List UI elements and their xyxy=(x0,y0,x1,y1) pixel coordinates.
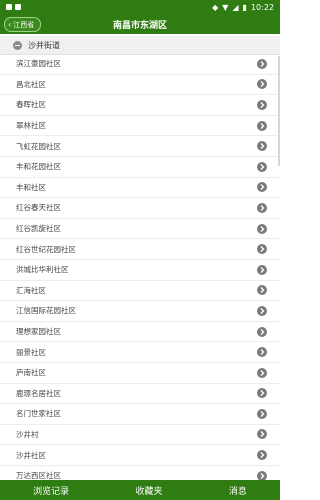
list-item[interactable]: 沙井村 xyxy=(0,425,280,446)
list-item-label: 飞虹花园社区 xyxy=(16,141,61,151)
list-item[interactable]: 沙井社区 xyxy=(0,445,280,466)
list-item-label: 沙井村 xyxy=(16,429,39,439)
list-item[interactable]: 红谷春天社区 xyxy=(0,198,280,219)
community-list: 滨江豪园社区 昌北社区春晖社区翠林社区飞虹花园社区 丰和花园社区 丰和社区红谷春天社区… xyxy=(0,54,280,480)
list-item[interactable]: 江信国际花园社区 xyxy=(0,301,280,322)
chevron-right-icon xyxy=(257,347,267,358)
app-bar: ‹ 江西省 南昌市东湖区 xyxy=(0,14,280,34)
status-indicators: ◆ ▼ ◢ ▮ 10:22 xyxy=(212,3,274,12)
list-item-label: 名门世家社区 xyxy=(16,409,61,419)
chevron-right-icon xyxy=(257,223,267,234)
chevron-right-icon xyxy=(257,429,267,440)
list-item[interactable]: 鹿璟名居社区 xyxy=(0,384,280,405)
chevron-right-icon xyxy=(257,305,267,316)
list-item-label: 鹿璟名居社区 xyxy=(16,388,61,398)
list-item[interactable]: 庐南社区 xyxy=(0,363,280,384)
chevron-right-icon xyxy=(257,99,267,110)
list-item[interactable]: 春晖社区 xyxy=(0,95,280,116)
chevron-right-icon xyxy=(257,161,267,172)
status-time: 10:22 xyxy=(250,2,274,12)
chevron-right-icon xyxy=(257,182,267,193)
scrollbar[interactable] xyxy=(278,56,280,166)
chevron-right-icon xyxy=(257,285,267,296)
list-item-label: 万达西区社区 xyxy=(16,471,61,480)
list-item[interactable]: 飞虹花园社区 xyxy=(0,136,280,157)
list-item-label: 庐南社区 xyxy=(16,368,46,378)
list-item-label: 理想家园社区 xyxy=(16,327,61,337)
notification-icon xyxy=(15,4,21,10)
chevron-right-icon xyxy=(257,202,267,213)
list-item[interactable]: 红谷凯旋社区 xyxy=(0,219,280,240)
list-item[interactable]: 万达西区社区 xyxy=(0,466,280,480)
chevron-right-icon xyxy=(257,120,267,131)
bottom-nav: 浏览记录 收藏夹 消息 xyxy=(0,480,280,500)
list-item[interactable]: 丰和社区 xyxy=(0,178,280,199)
status-bar: ◆ ▼ ◢ ▮ 10:22 xyxy=(0,0,280,14)
page-title: 南昌市东湖区 xyxy=(112,21,167,31)
list-item[interactable]: 滨江豪园社区 xyxy=(0,54,280,75)
chevron-right-icon xyxy=(257,408,267,419)
signal-icon: ◢ xyxy=(232,2,239,12)
list-item[interactable]: 洪城比华利社区 xyxy=(0,260,280,281)
list-item-label: 丰和社区 xyxy=(16,182,46,192)
list-item[interactable]: 丽景社区 xyxy=(0,342,280,363)
list-item-label: 昌北社区 xyxy=(16,79,46,89)
list-item-label: 洪城比华利社区 xyxy=(16,265,69,275)
notification-icon xyxy=(6,4,12,10)
chevron-right-icon xyxy=(257,141,267,152)
chevron-right-icon xyxy=(257,58,267,69)
chevron-right-icon xyxy=(257,388,267,399)
location-icon: ◆ xyxy=(212,2,219,12)
list-item-label: 春晖社区 xyxy=(16,100,46,110)
chevron-right-icon xyxy=(257,367,267,378)
wifi-icon: ▼ xyxy=(222,2,229,12)
section-header-shajing[interactable]: 沙井街道 xyxy=(0,36,280,55)
list-item[interactable]: 红谷世纪花园社区 xyxy=(0,239,280,260)
list-item-label: 红谷凯旋社区 xyxy=(16,224,61,234)
list-item-label: 丽景社区 xyxy=(16,347,46,357)
list-item[interactable]: 汇海社区 xyxy=(0,281,280,302)
chevron-right-icon xyxy=(257,264,267,275)
status-notifications xyxy=(6,4,21,10)
list-item[interactable]: 丰和花园社区 xyxy=(0,157,280,178)
list-item-label: 汇海社区 xyxy=(16,285,46,295)
list-item[interactable]: 理想家园社区 xyxy=(0,322,280,343)
list-item[interactable]: 翠林社区 xyxy=(0,116,280,137)
section-title: 沙井街道 xyxy=(28,40,60,50)
list-item-label: 红谷世纪花园社区 xyxy=(16,244,76,254)
list-item-label: 红谷春天社区 xyxy=(16,203,61,213)
collapse-icon xyxy=(13,40,22,50)
nav-messages[interactable]: 消息 xyxy=(229,484,247,497)
list-item-label: 翠林社区 xyxy=(16,121,46,131)
chevron-right-icon xyxy=(257,244,267,255)
list-item-label: 丰和花园社区 xyxy=(16,162,61,172)
nav-favorites[interactable]: 收藏夹 xyxy=(135,484,162,497)
nav-history[interactable]: 浏览记录 xyxy=(33,484,69,497)
list-item-label: 沙井社区 xyxy=(16,450,46,460)
list-item-label: 滨江豪园社区 xyxy=(16,59,61,69)
list-item-label: 江信国际花园社区 xyxy=(16,306,76,316)
chevron-right-icon xyxy=(257,326,267,337)
chevron-right-icon xyxy=(257,450,267,461)
list-item[interactable]: 名门世家社区 xyxy=(0,404,280,425)
chevron-right-icon xyxy=(257,470,267,480)
chevron-right-icon xyxy=(257,79,267,90)
list-item[interactable]: 昌北社区 xyxy=(0,75,280,96)
battery-icon: ▮ xyxy=(242,2,247,12)
